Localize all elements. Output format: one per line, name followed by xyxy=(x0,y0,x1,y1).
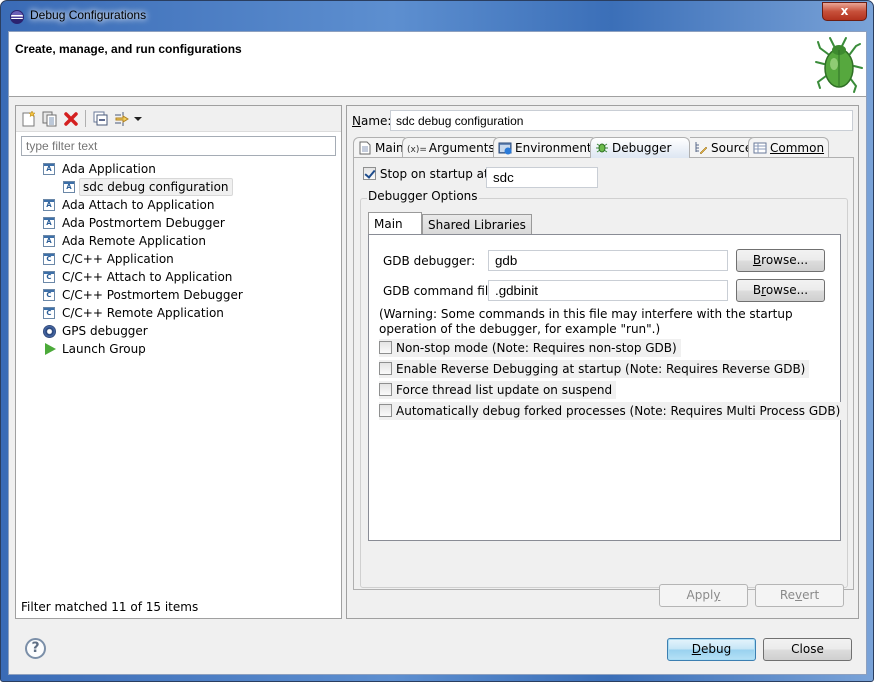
header-title: Create, manage, and run configurations xyxy=(15,42,242,56)
gdb-debugger-input[interactable] xyxy=(488,250,728,271)
filter-input[interactable] xyxy=(21,136,336,156)
configuration-list-panel: A Ada Application Asdc debug configuratio… xyxy=(15,105,342,619)
ada-icon: A xyxy=(43,217,55,229)
tree-item-ada-remote[interactable]: A Ada Remote Application xyxy=(16,232,341,250)
checkbox[interactable] xyxy=(379,404,392,417)
tree-item-label: Ada Attach to Application xyxy=(62,198,215,212)
checkbox[interactable] xyxy=(379,362,392,375)
common-icon xyxy=(753,142,767,154)
gdbinit-warning: (Warning: Some commands in this file may… xyxy=(379,307,793,336)
browse-gdb-command-file-button[interactable]: Browse... xyxy=(736,279,825,302)
document-icon xyxy=(359,141,371,155)
close-button[interactable]: Close xyxy=(763,638,852,661)
eclipse-icon xyxy=(10,10,24,24)
filter-icon[interactable] xyxy=(114,111,130,127)
checkbox[interactable] xyxy=(379,383,392,396)
checkbox[interactable] xyxy=(379,341,392,354)
debug-button[interactable]: Debug xyxy=(667,638,756,661)
bug-icon xyxy=(815,37,863,93)
browse-gdb-debugger-button[interactable]: Browse... xyxy=(736,249,825,272)
debug-forked-processes-checkbox[interactable]: Automatically debug forked processes (No… xyxy=(379,402,845,420)
tree-item-gps-debugger[interactable]: GPS debugger xyxy=(16,322,341,340)
checkbox-checked[interactable] xyxy=(363,167,376,180)
source-icon xyxy=(695,142,708,155)
config-tabs: Main (x)= Arguments Environment Debugger … xyxy=(353,137,854,158)
window-title: Debug Configurations xyxy=(30,8,147,22)
tab-main[interactable]: Main xyxy=(353,137,409,158)
debugger-tab-body: Stop on startup at: Debugger Options Mai… xyxy=(353,157,854,590)
tree-item-label: sdc debug configuration xyxy=(79,178,233,196)
left-toolbar xyxy=(16,106,341,132)
tree-item-sdc-debug-configuration[interactable]: Asdc debug configuration xyxy=(16,178,341,196)
tree-item-label: C/C++ Attach to Application xyxy=(62,270,233,284)
tree-item-ada-attach[interactable]: A Ada Attach to Application xyxy=(16,196,341,214)
stop-on-startup-checkbox[interactable]: Stop on startup at: xyxy=(363,167,493,181)
tree-item-label: C/C++ Remote Application xyxy=(62,306,224,320)
tree-item-label: C/C++ Application xyxy=(62,252,174,266)
group-label: Debugger Options xyxy=(367,189,479,203)
tree-item-label: GPS debugger xyxy=(62,324,148,338)
view-menu-dropdown-icon[interactable] xyxy=(134,117,142,121)
ada-icon: A xyxy=(63,181,75,193)
filter-status: Filter matched 11 of 15 items xyxy=(21,600,199,614)
ada-icon: A xyxy=(43,163,55,175)
non-stop-mode-checkbox[interactable]: Non-stop mode (Note: Requires non-stop G… xyxy=(379,339,681,357)
new-launch-configuration-icon[interactable] xyxy=(21,111,37,127)
c-icon: C xyxy=(43,271,55,283)
gdb-debugger-label: GDB debugger: xyxy=(383,254,476,268)
dialog-window: Debug Configurations x Create, manage, a… xyxy=(0,0,874,682)
name-input[interactable] xyxy=(390,110,853,131)
apply-button[interactable]: Apply xyxy=(659,584,748,607)
c-icon: C xyxy=(43,307,55,319)
debugger-main-body: GDB debugger: Browse... GDB command file… xyxy=(368,234,845,541)
tree-item-cpp-remote[interactable]: C C/C++ Remote Application xyxy=(16,304,341,322)
tree-item-label: Launch Group xyxy=(62,342,146,356)
configuration-tree: A Ada Application Asdc debug configuratio… xyxy=(16,160,341,358)
reverse-debugging-checkbox[interactable]: Enable Reverse Debugging at startup (Not… xyxy=(379,360,810,378)
tree-item-label: Ada Postmortem Debugger xyxy=(62,216,225,230)
tree-item-cpp-application[interactable]: C C/C++ Application xyxy=(16,250,341,268)
gdb-command-file-label: GDB command file: xyxy=(383,284,500,298)
toolbar-separator xyxy=(85,110,86,127)
tree-item-cpp-attach[interactable]: C C/C++ Attach to Application xyxy=(16,268,341,286)
gps-icon xyxy=(43,325,56,338)
duplicate-icon[interactable] xyxy=(42,111,58,127)
tree-item-label: Ada Remote Application xyxy=(62,234,206,248)
ada-icon: A xyxy=(43,235,55,247)
title-bar[interactable]: Debug Configurations x xyxy=(1,1,873,31)
c-icon: C xyxy=(43,289,55,301)
environment-icon xyxy=(498,142,512,155)
force-thread-list-checkbox[interactable]: Force thread list update on suspend xyxy=(379,381,617,399)
tab-debugger-main[interactable]: Main xyxy=(368,212,422,234)
tree-item-cpp-postmortem[interactable]: C C/C++ Postmortem Debugger xyxy=(16,286,341,304)
stop-on-startup-input[interactable] xyxy=(486,167,598,188)
tab-shared-libraries[interactable]: Shared Libraries xyxy=(422,214,532,235)
tab-environment[interactable]: Environment xyxy=(493,137,597,158)
help-icon[interactable]: ? xyxy=(25,638,46,659)
tree-item-ada-postmortem[interactable]: A Ada Postmortem Debugger xyxy=(16,214,341,232)
revert-button[interactable]: Revert xyxy=(755,584,844,607)
tree-item-label: C/C++ Postmortem Debugger xyxy=(62,288,243,302)
delete-icon[interactable] xyxy=(63,111,79,127)
bug-icon xyxy=(596,143,608,153)
tree-item-label: Ada Application xyxy=(62,162,156,176)
configuration-editor-panel: Name: Main (x)=Arguments Environment Deb… xyxy=(346,105,859,619)
close-window-button[interactable]: x xyxy=(822,2,867,21)
tree-item-ada-application[interactable]: A Ada Application xyxy=(16,160,341,178)
dialog-header: Create, manage, and run configurations xyxy=(9,32,866,97)
debugger-options-group: Debugger Options Main Shared Libraries G… xyxy=(360,189,848,588)
tab-debugger[interactable]: Debugger xyxy=(590,137,690,158)
variables-icon: (x)= xyxy=(407,145,427,155)
collapse-all-icon[interactable] xyxy=(93,111,109,127)
tab-common[interactable]: Common xyxy=(748,137,830,158)
ada-icon: A xyxy=(43,199,55,211)
dialog-client: Create, manage, and run configurations t… xyxy=(8,31,867,675)
tab-arguments[interactable]: (x)= Arguments xyxy=(402,137,500,158)
tree-item-launch-group[interactable]: Launch Group xyxy=(16,340,341,358)
name-label: Name: xyxy=(352,114,392,128)
play-icon xyxy=(45,343,56,355)
gdb-command-file-input[interactable] xyxy=(488,280,728,301)
c-icon: C xyxy=(43,253,55,265)
